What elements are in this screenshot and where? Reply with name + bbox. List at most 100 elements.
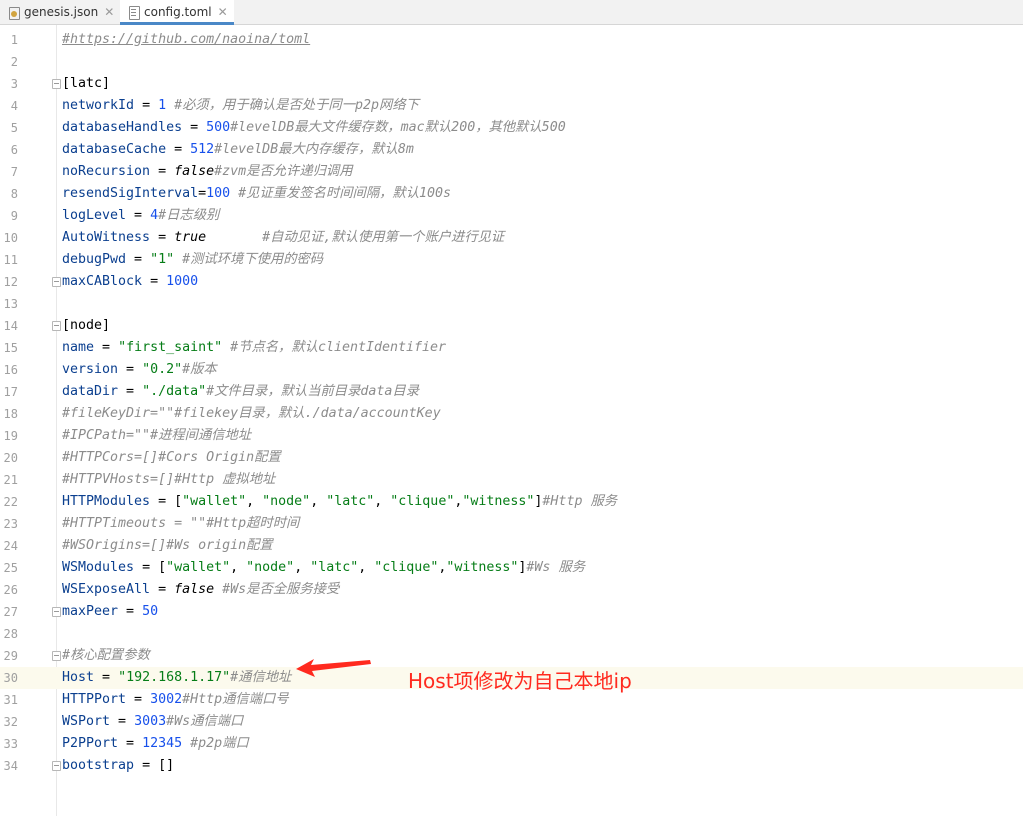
code-token: #测试环境下使用的密码 bbox=[182, 252, 324, 267]
code-token: "node" bbox=[262, 494, 311, 509]
code-token: "clique" bbox=[374, 560, 439, 575]
code-token: "wallet" bbox=[182, 494, 247, 509]
code-line[interactable]: 32 WSPort = 3003#Ws通信端口 bbox=[0, 711, 1023, 733]
code-token: true bbox=[174, 230, 207, 245]
code-text: bootstrap = [] bbox=[62, 756, 174, 776]
code-token: WSPort bbox=[62, 714, 111, 729]
code-token: Host bbox=[62, 670, 95, 685]
code-token: , bbox=[246, 494, 263, 509]
code-text: [node] bbox=[62, 316, 110, 336]
line-number: 3 bbox=[10, 77, 18, 91]
code-token: = bbox=[110, 714, 135, 729]
code-line[interactable]: 23 #HTTPTimeouts = ""#Http超时时间 bbox=[0, 513, 1023, 535]
code-line[interactable]: 29 #核心配置参数 bbox=[0, 645, 1023, 667]
code-token: bootstrap bbox=[62, 758, 135, 773]
code-line[interactable]: 27 maxPeer = 50 bbox=[0, 601, 1023, 623]
code-line[interactable]: 17 dataDir = "./data"#文件目录，默认当前目录data目录 bbox=[0, 381, 1023, 403]
code-line[interactable]: 15 name = "first_saint" #节点名，默认clientIden… bbox=[0, 337, 1023, 359]
code-token: maxPeer bbox=[62, 604, 119, 619]
line-number: 24 bbox=[3, 539, 18, 553]
line-number: 16 bbox=[3, 363, 18, 377]
code-token: #Http 服务 bbox=[542, 494, 618, 509]
code-line[interactable]: 34 bootstrap = [] bbox=[0, 755, 1023, 777]
code-line[interactable]: 22 HTTPModules = ["wallet", "node", "latc… bbox=[0, 491, 1023, 513]
code-token: HTTPPort bbox=[62, 692, 127, 707]
code-line[interactable]: 25 WSModules = ["wallet", "node", "latc",… bbox=[0, 557, 1023, 579]
code-token: #通信地址 bbox=[230, 670, 292, 685]
fold-marker-icon[interactable] bbox=[52, 79, 61, 89]
fold-marker-icon[interactable] bbox=[52, 651, 61, 661]
line-number: 18 bbox=[3, 407, 18, 421]
code-line[interactable]: 14 [node] bbox=[0, 315, 1023, 337]
code-line[interactable]: 8 resendSigInterval=100 #见证重发签名时间间隔，默认100… bbox=[0, 183, 1023, 205]
code-line[interactable]: 11 debugPwd = "1" #测试环境下使用的密码 bbox=[0, 249, 1023, 271]
tab-genesis-json[interactable]: genesis.json ✕ bbox=[0, 0, 118, 24]
code-token: false bbox=[174, 582, 215, 597]
code-token: = bbox=[94, 670, 119, 685]
code-line[interactable]: 7 noRecursion = false#zvm是否允许递归调用 bbox=[0, 161, 1023, 183]
code-line[interactable]: 5 databaseHandles = 500#levelDB最大文件缓存数，ma… bbox=[0, 117, 1023, 139]
tab-config-toml[interactable]: config.toml ✕ bbox=[120, 0, 234, 25]
code-line[interactable]: 12 maxCABlock = 1000 bbox=[0, 271, 1023, 293]
toml-file-icon bbox=[128, 5, 140, 20]
code-token: #节点名，默认clientIdentifier bbox=[230, 340, 447, 355]
code-line[interactable]: 3 [latc] bbox=[0, 73, 1023, 95]
code-text: HTTPModules = ["wallet", "node", "latc",… bbox=[62, 492, 617, 512]
code-line[interactable]: 16 version = "0.2"#版本 bbox=[0, 359, 1023, 381]
code-line[interactable]: 10 AutoWitness = true #自动见证,默认使用第一个账户进行见证 bbox=[0, 227, 1023, 249]
code-line[interactable]: 6 databaseCache = 512#levelDB最大内存缓存，默认8m bbox=[0, 139, 1023, 161]
line-number: 14 bbox=[3, 319, 18, 333]
code-token: = bbox=[150, 164, 175, 179]
code-line[interactable]: 13 bbox=[0, 293, 1023, 315]
code-token: = bbox=[150, 230, 175, 245]
code-token: #文件目录，默认当前目录data目录 bbox=[206, 384, 420, 399]
fold-marker-icon[interactable] bbox=[52, 761, 61, 771]
code-line[interactable]: 33 P2PPort = 12345 #p2p端口 bbox=[0, 733, 1023, 755]
line-number: 6 bbox=[10, 143, 18, 157]
code-token: "witness" bbox=[446, 560, 519, 575]
fold-marker-icon[interactable] bbox=[52, 607, 61, 617]
code-token: = bbox=[126, 692, 151, 707]
code-token: [latc] bbox=[62, 76, 111, 91]
code-line[interactable]: 26 WSExposeAll = false #Ws是否全服务接受 bbox=[0, 579, 1023, 601]
code-token: #HTTPCors=[]#Cors Origin配置 bbox=[62, 450, 281, 465]
line-number: 7 bbox=[10, 165, 18, 179]
code-token: , bbox=[358, 560, 375, 575]
line-number: 10 bbox=[3, 231, 18, 245]
code-token: #levelDB最大内存缓存，默认8m bbox=[214, 142, 414, 157]
code-text: logLevel = 4#日志级别 bbox=[62, 206, 219, 226]
code-line[interactable]: 28 bbox=[0, 623, 1023, 645]
fold-marker-icon[interactable] bbox=[52, 277, 61, 287]
code-token: = bbox=[126, 208, 151, 223]
close-icon[interactable]: ✕ bbox=[218, 5, 228, 19]
code-token: = bbox=[118, 604, 143, 619]
line-number: 34 bbox=[3, 759, 18, 773]
line-number: 9 bbox=[10, 209, 18, 223]
line-number: 21 bbox=[3, 473, 18, 487]
line-number: 20 bbox=[3, 451, 18, 465]
code-line[interactable]: 21 #HTTPVHosts=[]#Http 虚拟地址 bbox=[0, 469, 1023, 491]
code-line[interactable]: 1 #https://github.com/naoina/toml bbox=[0, 29, 1023, 51]
editor-tab-bar: genesis.json ✕ config.toml ✕ bbox=[0, 0, 1023, 25]
code-token: "./data" bbox=[142, 384, 207, 399]
code-token: 3002 bbox=[150, 692, 183, 707]
code-line[interactable]: 4 networkId = 1 #必须，用于确认是否处于同一p2p网络下 bbox=[0, 95, 1023, 117]
code-line[interactable]: 19 #IPCPath=""#进程间通信地址 bbox=[0, 425, 1023, 447]
code-text: dataDir = "./data"#文件目录，默认当前目录data目录 bbox=[62, 382, 419, 402]
code-line[interactable]: 9 logLevel = 4#日志级别 bbox=[0, 205, 1023, 227]
close-icon[interactable]: ✕ bbox=[104, 5, 114, 19]
fold-marker-icon[interactable] bbox=[52, 321, 61, 331]
code-token: , bbox=[374, 494, 391, 509]
code-line[interactable]: 2 bbox=[0, 51, 1023, 73]
code-line[interactable]: 20 #HTTPCors=[]#Cors Origin配置 bbox=[0, 447, 1023, 469]
code-line[interactable]: 24 #WSOrigins=[]#Ws origin配置 bbox=[0, 535, 1023, 557]
code-text: databaseCache = 512#levelDB最大内存缓存，默认8m bbox=[62, 140, 414, 160]
code-token: networkId bbox=[62, 98, 135, 113]
code-line[interactable]: 18 #fileKeyDir=""#filekey目录，默认./data/acco… bbox=[0, 403, 1023, 425]
code-token: #HTTPTimeouts = ""#Http超时时间 bbox=[62, 516, 300, 531]
code-token: WSModules bbox=[62, 560, 135, 575]
